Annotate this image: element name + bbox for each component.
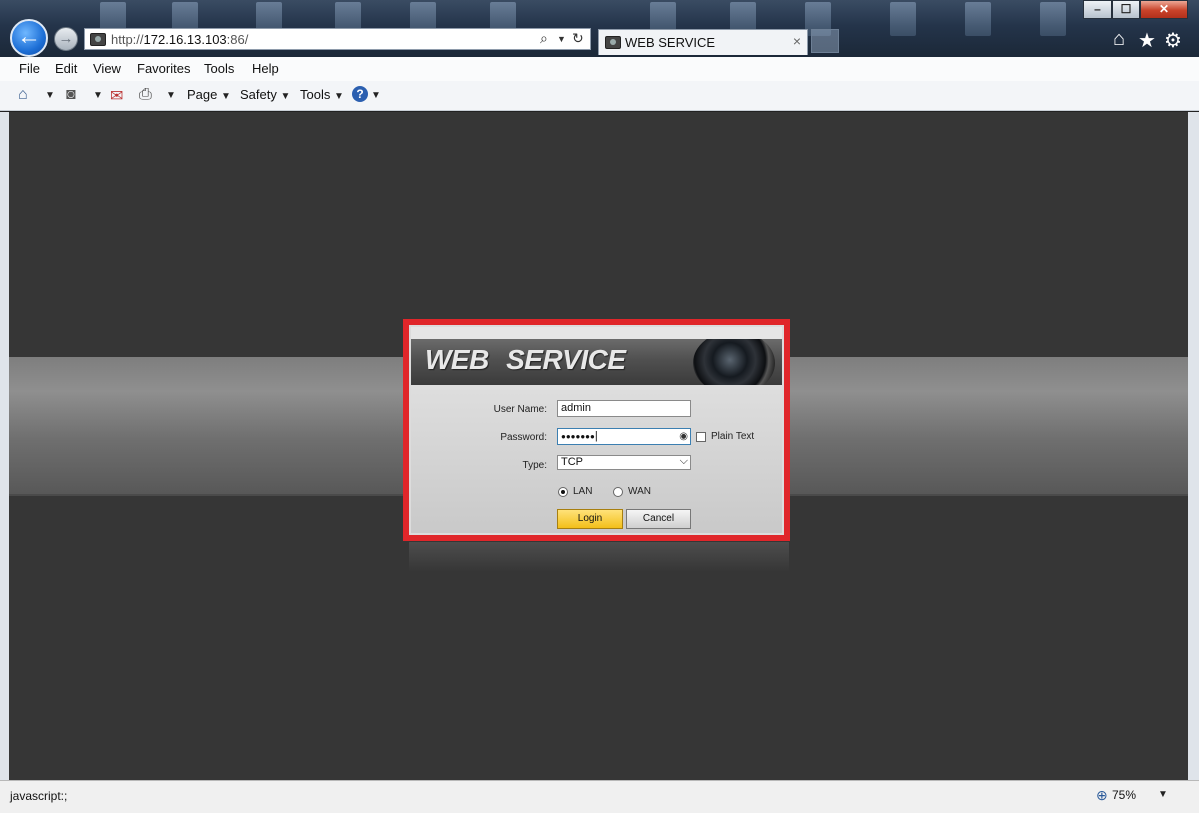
- help-icon[interactable]: ?: [352, 86, 368, 102]
- menu-view[interactable]: View: [93, 61, 121, 76]
- chevron-down-icon[interactable]: ▼: [45, 90, 55, 101]
- home-icon[interactable]: ⌂: [18, 86, 28, 104]
- menu-tools[interactable]: Tools: [204, 61, 234, 76]
- url-port: :86/: [226, 32, 249, 47]
- menu-file[interactable]: File: [19, 61, 40, 76]
- page-menu-label: Page: [187, 87, 218, 102]
- password-label: Password:: [500, 432, 547, 443]
- zoom-icon[interactable]: ⊕: [1096, 787, 1108, 804]
- type-select-value: TCP: [561, 456, 583, 468]
- password-value: ●●●●●●●: [561, 432, 595, 441]
- url-text[interactable]: http://172.16.13.103:86/: [111, 32, 248, 47]
- lan-radio[interactable]: [558, 487, 568, 497]
- print-icon[interactable]: ⎙: [139, 86, 152, 104]
- url-host: 172.16.13.103: [143, 32, 227, 47]
- home-icon[interactable]: ⌂: [1113, 28, 1125, 51]
- plain-text-checkbox[interactable]: [696, 432, 706, 442]
- cancel-button[interactable]: Cancel: [626, 509, 691, 529]
- favorites-star-icon[interactable]: ★: [1138, 28, 1156, 53]
- menu-edit[interactable]: Edit: [55, 61, 77, 76]
- tab-web-service[interactable]: WEB SERVICE ×: [598, 29, 808, 55]
- new-tab-button[interactable]: [811, 29, 839, 53]
- menu-favorites[interactable]: Favorites: [137, 61, 190, 76]
- tab-close-icon[interactable]: ×: [793, 33, 801, 49]
- camera-favicon-icon: [90, 33, 106, 46]
- panel-reflection: [409, 542, 789, 572]
- zoom-level[interactable]: 75%: [1112, 788, 1136, 802]
- chevron-down-icon[interactable]: ▼: [1158, 789, 1168, 800]
- search-icon[interactable]: ⌕: [540, 30, 548, 47]
- chevron-down-icon: ▼: [280, 91, 291, 102]
- chevron-down-icon[interactable]: ▼: [557, 34, 566, 44]
- window-frame-right: [1188, 112, 1199, 780]
- desktop-icon: [890, 2, 916, 36]
- chevron-down-icon: ⌵: [679, 455, 688, 467]
- eye-icon[interactable]: ◉: [679, 429, 688, 444]
- browser-title-bar: – ☐ ✕ ← → http://172.16.13.103:86/ ⌕ ▼ ↻…: [0, 0, 1199, 57]
- lan-label: LAN: [573, 486, 593, 497]
- camera-favicon-icon: [605, 36, 621, 49]
- url-prefix: http://: [111, 32, 144, 47]
- page-menu-button[interactable]: Page ▼: [187, 87, 231, 102]
- address-bar[interactable]: http://172.16.13.103:86/ ⌕ ▼ ↻: [84, 28, 591, 50]
- login-banner: WEB SERVICE: [411, 339, 782, 385]
- command-bar: ⌂ ▼ ◙ ▼ ✉ ⎙ ▼ Page ▼ Safety ▼ Tools ▼ ? …: [0, 81, 1199, 111]
- type-label: Type:: [522, 460, 547, 471]
- chevron-down-icon: ▼: [221, 91, 231, 102]
- wan-radio[interactable]: [613, 487, 623, 497]
- arrow-left-icon: ←: [17, 23, 41, 50]
- banner-title: WEB SERVICE: [425, 344, 626, 375]
- username-label: User Name:: [493, 404, 547, 415]
- chevron-down-icon: ▼: [333, 91, 344, 102]
- plain-text-label: Plain Text: [711, 431, 755, 442]
- tab-title: WEB SERVICE: [625, 35, 716, 50]
- back-button[interactable]: ←: [10, 19, 48, 57]
- wan-label: WAN: [628, 486, 651, 497]
- chevron-down-icon[interactable]: ▼: [93, 90, 103, 101]
- type-select[interactable]: TCP ⌵: [557, 455, 691, 470]
- camera-lens-icon: [693, 339, 775, 385]
- menu-help[interactable]: Help: [252, 61, 279, 76]
- maximize-button[interactable]: ☐: [1112, 0, 1140, 19]
- rss-feed-icon[interactable]: ◙: [66, 86, 76, 104]
- desktop-icon: [1040, 2, 1066, 36]
- chevron-down-icon[interactable]: ▼: [166, 90, 176, 101]
- desktop-icon: [965, 2, 991, 36]
- panel-top-strip: [411, 327, 782, 339]
- login-panel-highlight: WEB SERVICE User Name: admin Password: ●…: [403, 319, 790, 541]
- login-form: User Name: admin Password: ●●●●●●●| ◉ Pl…: [411, 385, 782, 533]
- page-content: WEB SERVICE User Name: admin Password: ●…: [9, 112, 1188, 780]
- refresh-icon[interactable]: ↻: [572, 30, 584, 47]
- menu-bar: File Edit View Favorites Tools Help: [0, 57, 1199, 81]
- minimize-button[interactable]: –: [1083, 0, 1112, 19]
- login-button[interactable]: Login: [557, 509, 623, 529]
- close-window-button[interactable]: ✕: [1140, 0, 1188, 19]
- username-input[interactable]: admin: [557, 400, 691, 417]
- forward-button[interactable]: →: [54, 27, 78, 51]
- status-text: javascript:;: [10, 789, 68, 803]
- tools-menu-label: Tools: [300, 87, 331, 102]
- chevron-down-icon[interactable]: ▼: [371, 90, 381, 101]
- text-cursor: |: [594, 430, 598, 442]
- password-input[interactable]: ●●●●●●●| ◉: [557, 428, 691, 445]
- tools-menu-button[interactable]: Tools ▼: [300, 87, 344, 102]
- read-mail-icon[interactable]: ✉: [110, 86, 123, 106]
- gear-icon[interactable]: ⚙: [1164, 28, 1182, 53]
- arrow-right-icon: →: [58, 30, 74, 47]
- safety-menu-label: Safety: [240, 87, 277, 102]
- safety-menu-button[interactable]: Safety ▼: [240, 87, 290, 102]
- window-frame-left: [0, 112, 9, 780]
- status-bar: javascript:; ⊕ 75% ▼: [0, 780, 1199, 813]
